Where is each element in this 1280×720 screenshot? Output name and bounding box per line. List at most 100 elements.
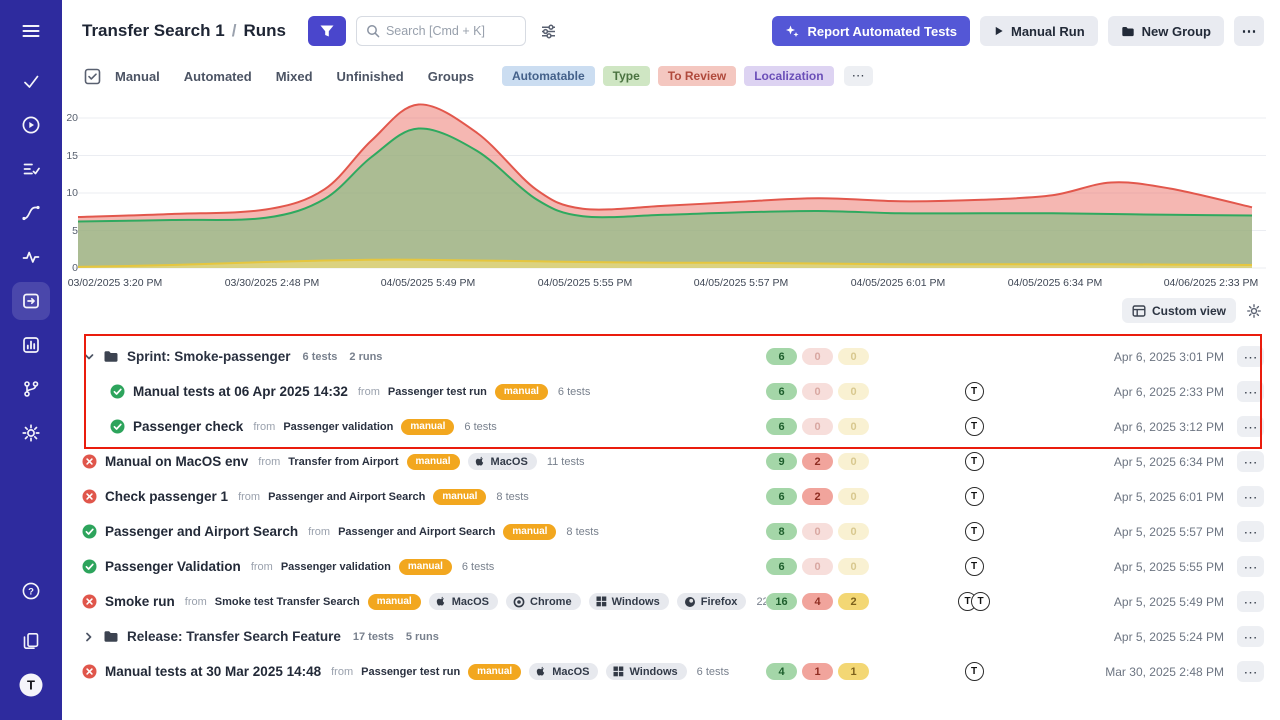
custom-view-button[interactable]: Custom view <box>1122 298 1236 323</box>
run-source[interactable]: Passenger test run <box>361 666 460 678</box>
row-menu-button[interactable]: ⋯ <box>1237 346 1264 367</box>
run-title[interactable]: Check passenger 1 <box>105 489 228 504</box>
tab-groups[interactable]: Groups <box>428 69 474 84</box>
run-title[interactable]: Manual tests at 06 Apr 2025 14:32 <box>133 384 348 399</box>
row-main: Release: Transfer Search Feature17 tests… <box>82 629 766 644</box>
report-automated-tests-button[interactable]: Report Automated Tests <box>772 16 970 46</box>
manual-badge: manual <box>368 594 421 610</box>
row-menu-button[interactable]: ⋯ <box>1237 556 1264 577</box>
skipped-count: 0 <box>838 418 869 435</box>
run-row[interactable]: Passenger ValidationfromPassenger valida… <box>62 549 1280 584</box>
search-input[interactable] <box>386 24 516 38</box>
env-chip-chrome: Chrome <box>506 593 581 610</box>
filter-tag-to-review[interactable]: To Review <box>658 66 736 86</box>
run-source[interactable]: Smoke test Transfer Search <box>215 596 360 608</box>
tab-unfinished[interactable]: Unfinished <box>337 69 404 84</box>
env-chip-macos: MacOS <box>429 593 498 610</box>
run-source[interactable]: Passenger validation <box>281 561 391 573</box>
failed-count: 2 <box>802 453 833 470</box>
search-box <box>356 16 526 46</box>
play-icon <box>993 25 1004 37</box>
filter-tag-type[interactable]: Type <box>603 66 650 86</box>
row-menu-button[interactable]: ⋯ <box>1237 381 1264 402</box>
run-source[interactable]: Transfer from Airport <box>288 456 398 468</box>
run-title[interactable]: Passenger Validation <box>105 559 241 574</box>
row-menu-button[interactable]: ⋯ <box>1237 416 1264 437</box>
select-all-icon[interactable] <box>84 68 101 85</box>
assignee-avatar[interactable]: T <box>965 522 984 541</box>
sidebar-item-test-runs[interactable] <box>12 282 50 320</box>
run-source[interactable]: Passenger test run <box>388 386 487 398</box>
sidebar-item-reports[interactable] <box>12 326 50 364</box>
filter-tag-automatable[interactable]: Automatable <box>502 66 595 86</box>
run-row[interactable]: Manual tests at 30 Mar 2025 14:48fromPas… <box>62 654 1280 689</box>
sidebar-item-tasks-check[interactable] <box>12 62 50 100</box>
tab-automated[interactable]: Automated <box>184 69 252 84</box>
row-menu-button[interactable]: ⋯ <box>1237 521 1264 542</box>
custom-view-label: Custom view <box>1152 304 1226 318</box>
run-row[interactable]: Passenger checkfromPassenger validationm… <box>62 409 1280 444</box>
assignee-avatar[interactable]: T <box>965 557 984 576</box>
row-menu-button[interactable]: ⋯ <box>1237 486 1264 507</box>
run-title[interactable]: Manual tests at 30 Mar 2025 14:48 <box>105 664 321 679</box>
run-row[interactable]: Smoke runfromSmoke test Transfer Searchm… <box>62 584 1280 619</box>
run-title[interactable]: Passenger and Airport Search <box>105 524 298 539</box>
sidebar-item-logo[interactable]: T <box>12 666 50 704</box>
manual-badge: manual <box>401 419 454 435</box>
group-row[interactable]: Release: Transfer Search Feature17 tests… <box>62 619 1280 654</box>
run-row[interactable]: Passenger and Airport SearchfromPassenge… <box>62 514 1280 549</box>
sidebar-item-flow[interactable] <box>12 194 50 232</box>
chevron-right-icon[interactable] <box>82 631 95 643</box>
run-title[interactable]: Passenger check <box>133 419 243 434</box>
tab-manual[interactable]: Manual <box>115 69 160 84</box>
run-row[interactable]: Check passenger 1fromPassenger and Airpo… <box>62 479 1280 514</box>
assignee-avatar[interactable]: T <box>965 452 984 471</box>
passed-count: 6 <box>766 348 797 365</box>
row-menu-button[interactable]: ⋯ <box>1237 661 1264 682</box>
from-label: from <box>258 456 280 468</box>
filter-button[interactable] <box>308 16 346 46</box>
assignee-avatar[interactable]: T <box>965 487 984 506</box>
row-menu-button[interactable]: ⋯ <box>1237 591 1264 612</box>
tab-mixed[interactable]: Mixed <box>276 69 313 84</box>
row-main: Manual on MacOS env from Transfer from Air… <box>82 453 766 470</box>
run-tabs: Manual Automated Mixed Unfinished Groups <box>115 69 474 84</box>
assignee-avatar[interactable]: T <box>971 592 990 611</box>
run-source[interactable]: Passenger and Airport Search <box>268 491 425 503</box>
manual-run-button[interactable]: Manual Run <box>980 16 1098 46</box>
view-settings-button[interactable] <box>1242 299 1266 323</box>
assignee-avatar[interactable]: T <box>965 662 984 681</box>
new-group-button[interactable]: New Group <box>1108 16 1224 46</box>
run-title[interactable]: Smoke run <box>105 594 175 609</box>
breadcrumb-current: Runs <box>243 21 286 40</box>
group-title[interactable]: Release: Transfer Search Feature <box>127 629 341 644</box>
tests-count: 8 tests <box>496 491 528 503</box>
tags-more-button[interactable]: ⋯ <box>844 66 873 86</box>
run-source[interactable]: Passenger validation <box>283 421 393 433</box>
row-menu-button[interactable]: ⋯ <box>1237 626 1264 647</box>
assignee-avatar[interactable]: T <box>965 382 984 401</box>
header-more-button[interactable]: ⋯ <box>1234 16 1264 46</box>
sidebar-item-run-play[interactable] <box>12 106 50 144</box>
assignee-avatar[interactable]: T <box>965 417 984 436</box>
run-title[interactable]: Manual on MacOS env <box>105 454 248 469</box>
run-source[interactable]: Passenger and Airport Search <box>338 526 495 538</box>
filter-settings-button[interactable] <box>536 19 561 44</box>
run-row[interactable]: Manual tests at 06 Apr 2025 14:32fromPas… <box>62 374 1280 409</box>
result-counts: 600 <box>766 348 884 365</box>
sidebar-item-help[interactable]: ? <box>12 572 50 610</box>
sidebar-item-integrations[interactable] <box>12 370 50 408</box>
run-row[interactable]: Manual on MacOS env from Transfer from Air… <box>62 444 1280 479</box>
sidebar-item-activity[interactable] <box>12 238 50 276</box>
group-title[interactable]: Sprint: Smoke-passenger <box>127 349 291 364</box>
sidebar-item-docs[interactable] <box>12 622 50 660</box>
sidebar-item-settings[interactable] <box>12 414 50 452</box>
sidebar-item-test-plans[interactable] <box>12 150 50 188</box>
row-menu-button[interactable]: ⋯ <box>1237 451 1264 472</box>
filter-tag-localization[interactable]: Localization <box>744 66 833 86</box>
sidebar-item-menu[interactable] <box>12 12 50 50</box>
chevron-down-icon[interactable] <box>82 351 95 363</box>
group-row[interactable]: Sprint: Smoke-passenger6 tests2 runs600A… <box>62 339 1280 374</box>
breadcrumb-project[interactable]: Transfer Search 1 <box>82 21 225 40</box>
row-main: Smoke runfromSmoke test Transfer Searchm… <box>82 593 766 610</box>
